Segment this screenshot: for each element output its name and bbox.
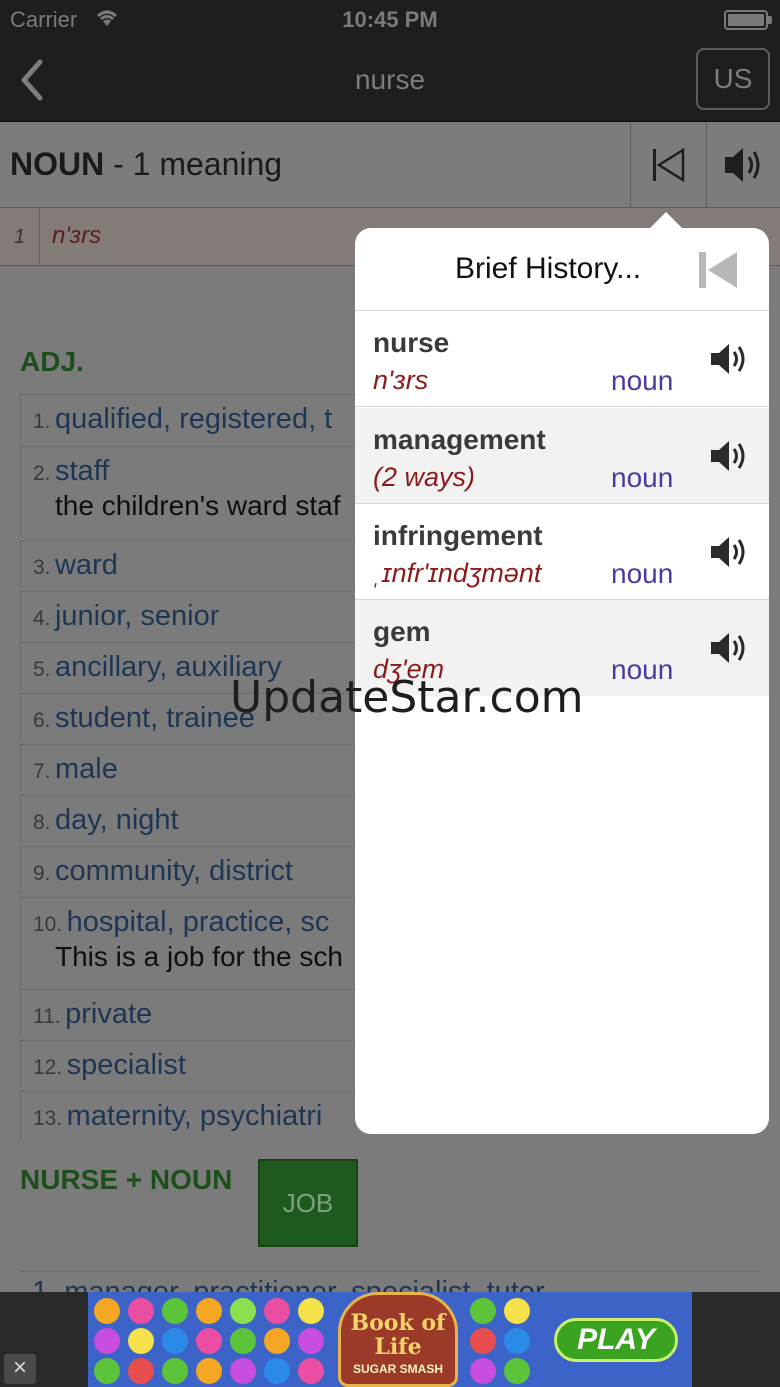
candy-icon [230, 1298, 256, 1324]
status-time: 10:45 PM [342, 7, 438, 32]
history-pos: noun [611, 462, 674, 493]
section-nurse-noun: NURSE + NOUN [20, 1164, 233, 1195]
history-item[interactable]: infringement ˌɪnfr'ɪndʒmənt noun [355, 504, 769, 600]
list-item-text: 1. manager, practitioner, specialist, tu… [32, 1276, 545, 1293]
pronunciation-ipa: n'ɜrs [52, 222, 102, 249]
candy-icon [230, 1328, 256, 1354]
battery-tip [768, 16, 772, 24]
candy-icon [504, 1358, 530, 1384]
candy-icon [128, 1298, 154, 1324]
history-button[interactable] [630, 122, 706, 208]
candy-icon [504, 1298, 530, 1324]
history-pos: noun [611, 365, 674, 396]
candy-icon [94, 1358, 120, 1384]
history-icon [653, 147, 685, 183]
candy-icon [162, 1328, 188, 1354]
history-word: gem [373, 616, 431, 647]
candy-icon [298, 1358, 324, 1384]
job-button[interactable]: JOB [258, 1159, 358, 1247]
pos-label: NOUN [10, 146, 105, 182]
history-item[interactable]: management (2 ways) noun [355, 408, 769, 504]
candy-icon [128, 1358, 154, 1384]
history-word: infringement [373, 520, 543, 551]
candy-icon [162, 1298, 188, 1324]
section-adjective: ADJ. [20, 346, 84, 377]
clear-history-icon[interactable] [697, 250, 741, 295]
play-button[interactable]: PLAY [554, 1318, 678, 1362]
game-logo-subtitle: SUGAR SMASH [352, 1362, 443, 1376]
history-pronunciation: (2 ways) [373, 462, 476, 492]
region-button[interactable]: US [696, 48, 770, 110]
candy-icon [196, 1358, 222, 1384]
candy-icon [94, 1328, 120, 1354]
ad-banner[interactable]: × Book of Life SUGAR SMASH PLAY [0, 1292, 780, 1387]
example-sentence: This is a job for the sch [55, 941, 343, 972]
history-item[interactable]: nurse n'ɜrs noun [355, 311, 769, 407]
speaker-icon[interactable] [709, 628, 749, 673]
history-word: management [373, 424, 546, 455]
status-bar: Carrier 10:45 PM [0, 0, 780, 40]
pronunciation-index: 1 [0, 208, 40, 266]
candy-icon [264, 1358, 290, 1384]
history-pronunciation: n'ɜrs [373, 365, 429, 395]
candy-icon [128, 1328, 154, 1354]
history-word: nurse [373, 327, 450, 358]
meaning-header: NOUN - 1 meaning [0, 122, 780, 208]
speaker-button[interactable] [706, 122, 780, 208]
battery-icon [724, 10, 768, 30]
meaning-count: - 1 meaning [104, 146, 283, 182]
example-sentence: the children's ward staf [55, 490, 341, 521]
history-pronunciation: ˌɪnfr'ɪndʒmənt [373, 558, 542, 588]
candy-icon [298, 1328, 324, 1354]
game-logo: Book of Life SUGAR SMASH [338, 1292, 458, 1387]
candy-icon [470, 1298, 496, 1324]
page-title: nurse [354, 64, 426, 95]
candy-icon [196, 1298, 222, 1324]
candy-icon [470, 1358, 496, 1384]
history-pos: noun [611, 654, 674, 685]
speaker-icon [725, 148, 760, 182]
candy-icon [230, 1358, 256, 1384]
popover-title: Brief History... [455, 252, 642, 285]
candy-icon [94, 1298, 120, 1324]
speaker-icon[interactable] [709, 436, 749, 481]
history-pos: noun [611, 558, 674, 589]
popover-header: Brief History... [355, 228, 769, 311]
candy-icon [162, 1358, 188, 1384]
candy-icon [264, 1298, 290, 1324]
candy-icon [298, 1298, 324, 1324]
candy-icon [196, 1328, 222, 1354]
speaker-icon[interactable] [709, 532, 749, 577]
candy-icon [470, 1328, 496, 1354]
ad-image[interactable]: Book of Life SUGAR SMASH PLAY [88, 1292, 692, 1387]
close-ad-icon[interactable]: × [4, 1354, 36, 1384]
speaker-icon[interactable] [709, 339, 749, 384]
part-of-speech-heading: NOUN - 1 meaning [10, 146, 282, 183]
watermark: UpdateStar.com [230, 672, 584, 723]
candy-icon [504, 1328, 530, 1354]
game-logo-text: Book of Life [350, 1310, 446, 1360]
candy-icon [264, 1328, 290, 1354]
list-item[interactable]: 1. manager, practitioner, specialist, tu… [20, 1271, 760, 1293]
navigation-bar: nurse US [0, 40, 780, 122]
